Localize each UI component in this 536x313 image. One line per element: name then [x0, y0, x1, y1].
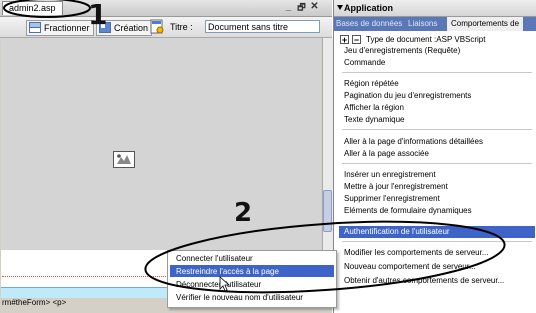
annotation-overlay: [3, 0, 506, 294]
mouse-cursor-icon: [219, 276, 231, 292]
annotation-ring-2: [144, 220, 506, 294]
annotation-ring-1: [3, 0, 91, 18]
